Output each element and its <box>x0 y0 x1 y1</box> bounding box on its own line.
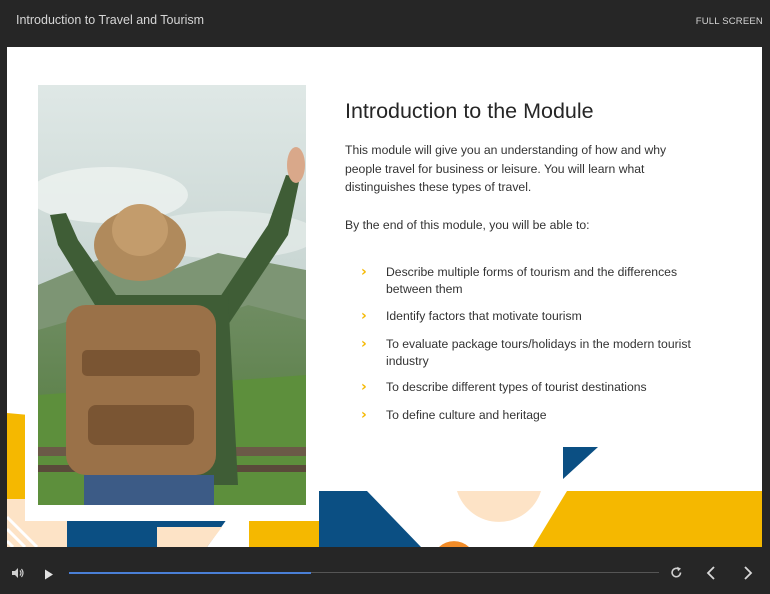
chevron-right-icon: › <box>361 264 367 280</box>
chevron-right-icon: › <box>361 336 367 352</box>
photo-frame <box>25 69 319 521</box>
deco-yellow-right <box>533 491 762 547</box>
prev-arrow-icon[interactable] <box>706 566 716 585</box>
full-screen-button[interactable]: FULL SCREEN <box>696 16 763 27</box>
deco-peach-semicircle <box>457 491 541 522</box>
volume-icon[interactable] <box>11 566 25 584</box>
chevron-right-icon: › <box>361 407 367 423</box>
slide-canvas: Introduction to the Module This module w… <box>7 47 762 547</box>
play-icon[interactable] <box>44 567 54 585</box>
player-controls <box>0 548 770 594</box>
player-top-bar: Introduction to Travel and Tourism FULL … <box>0 0 770 44</box>
deco-orange-dot <box>439 541 469 547</box>
next-arrow-icon[interactable] <box>743 566 753 585</box>
chevron-right-icon: › <box>361 308 367 324</box>
deco-yellow-mid <box>249 519 319 547</box>
objective-text: To define culture and heritage <box>386 408 547 422</box>
objective-text: Describe multiple forms of tourism and t… <box>386 265 678 296</box>
deco-peach-mid <box>157 527 222 547</box>
progress-fill <box>69 572 311 574</box>
chevron-right-icon: › <box>361 379 367 395</box>
objective-text: Identify factors that motivate tourism <box>386 309 582 323</box>
traveler-photo <box>38 85 306 505</box>
course-title: Introduction to Travel and Tourism <box>16 13 205 27</box>
objectives-lead: By the end of this module, you will be a… <box>345 218 590 232</box>
objective-text: To evaluate package tours/holidays in th… <box>386 337 691 368</box>
traveler-illustration <box>38 85 306 505</box>
progress-bar[interactable] <box>69 572 659 574</box>
replay-icon[interactable] <box>670 566 683 584</box>
deco-blue-corner <box>563 447 598 479</box>
intro-paragraph: This module will give you an understandi… <box>345 143 667 194</box>
objective-text: To describe different types of tourist d… <box>386 380 647 394</box>
slide-heading: Introduction to the Module <box>345 99 594 123</box>
deco-blue-triangle <box>319 491 421 547</box>
